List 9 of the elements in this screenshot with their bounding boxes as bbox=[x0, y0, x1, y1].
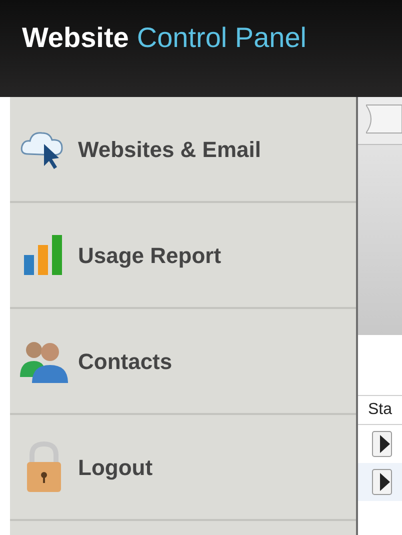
row-status-icon bbox=[372, 469, 392, 495]
row-status-icon bbox=[372, 431, 392, 457]
menu-item[interactable]: Contacts bbox=[10, 309, 356, 415]
site-title: Website bbox=[22, 21, 129, 55]
column-header: Sta bbox=[368, 400, 392, 420]
padlock-icon bbox=[24, 441, 64, 493]
table-row[interactable] bbox=[358, 463, 402, 501]
menu-item[interactable]: Logout bbox=[10, 415, 356, 521]
site-title: Control Panel bbox=[136, 21, 307, 55]
